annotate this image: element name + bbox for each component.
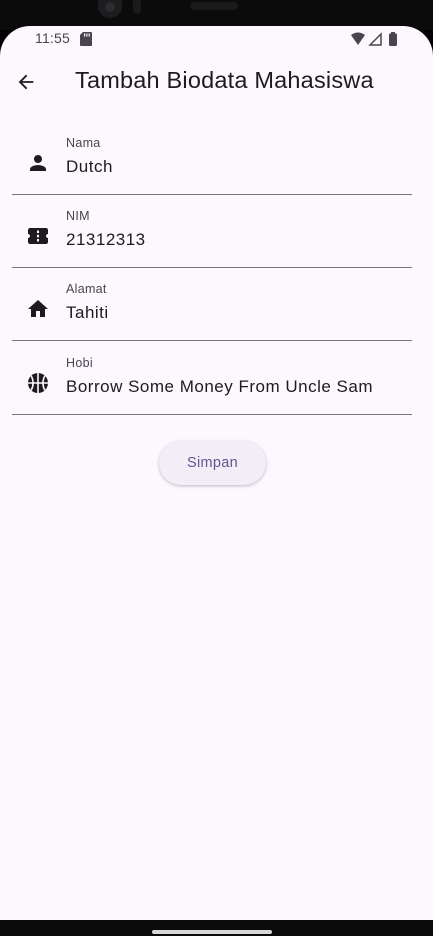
page-title: Tambah Biodata Mahasiswa bbox=[75, 67, 374, 93]
hobi-field[interactable]: Hobi Borrow Some Money From Uncle Sam bbox=[12, 341, 412, 415]
nama-field[interactable]: Nama Dutch bbox=[12, 121, 412, 195]
home-icon bbox=[28, 300, 48, 317]
badge-icon bbox=[28, 228, 48, 244]
person-icon bbox=[30, 155, 46, 171]
sd-card-icon bbox=[80, 32, 92, 46]
hobi-value[interactable]: Borrow Some Money From Uncle Sam bbox=[66, 377, 373, 397]
nim-field[interactable]: NIM 21312313 bbox=[12, 194, 412, 268]
proximity-sensor bbox=[133, 0, 141, 14]
wifi-icon bbox=[351, 32, 365, 45]
arrow-back-icon bbox=[18, 74, 34, 90]
nama-value[interactable]: Dutch bbox=[66, 157, 113, 177]
status-time: 11:55 bbox=[35, 30, 70, 46]
nim-label: NIM bbox=[66, 209, 90, 223]
alamat-field[interactable]: Alamat Tahiti bbox=[12, 267, 412, 341]
alamat-value[interactable]: Tahiti bbox=[66, 303, 109, 323]
alamat-label: Alamat bbox=[66, 282, 107, 296]
nim-value[interactable]: 21312313 bbox=[66, 230, 146, 250]
home-indicator[interactable] bbox=[152, 930, 272, 934]
app-screen: 11:55 Tambah Biodata Mahasiswa Nama Dutc… bbox=[0, 26, 433, 920]
hobi-label: Hobi bbox=[66, 356, 93, 370]
status-icons bbox=[351, 32, 397, 46]
back-button[interactable] bbox=[12, 68, 40, 96]
signal-icon bbox=[368, 32, 382, 46]
nama-label: Nama bbox=[66, 136, 101, 150]
front-camera bbox=[98, 0, 122, 18]
earpiece-speaker bbox=[190, 2, 238, 10]
basketball-icon bbox=[28, 373, 48, 393]
save-button[interactable]: Simpan bbox=[159, 441, 266, 485]
battery-icon bbox=[389, 32, 397, 46]
